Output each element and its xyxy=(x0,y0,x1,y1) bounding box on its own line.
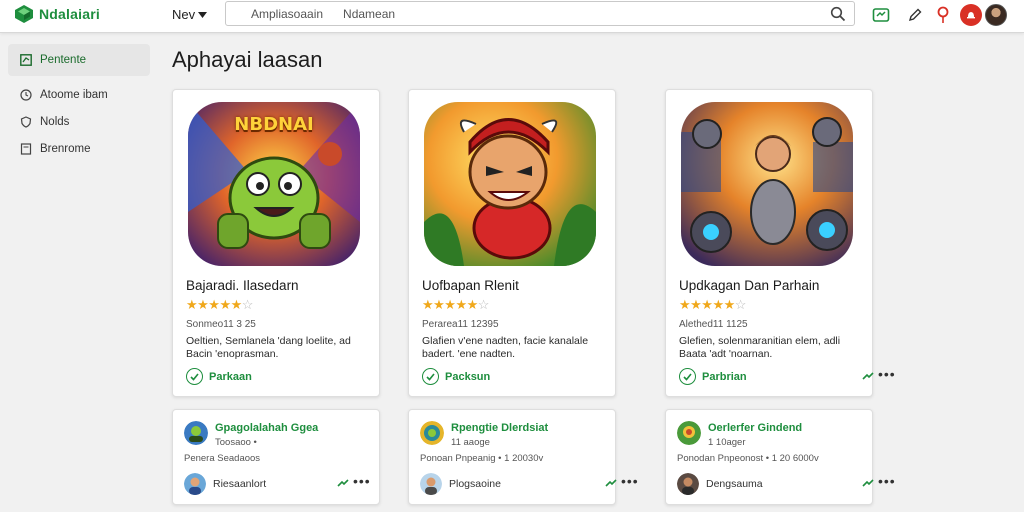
sidebar-item-brenrome[interactable]: Brenrome xyxy=(8,133,150,165)
notification-icon[interactable] xyxy=(960,4,982,26)
app-card[interactable]: NBDNAI Bajaradi. Ilasedarn ★★★★★☆ Sonmeo… xyxy=(172,89,380,397)
user-avatar[interactable] xyxy=(420,473,442,495)
sidebar-item-label: Pentente xyxy=(40,54,87,66)
user-name: Riesaanlort xyxy=(213,478,267,490)
developer-info: Ponoan Pnpeanig • 1 20030v xyxy=(420,453,544,464)
developer-name[interactable]: Gpagolalahah Ggea xyxy=(215,422,318,434)
sidebar-item-label: Atoome ibam xyxy=(40,89,108,101)
brand-name: Ndalaiari xyxy=(39,6,100,22)
install-button[interactable]: Parkaan xyxy=(186,368,252,385)
more-options-icon[interactable]: ••• xyxy=(878,366,896,382)
user-avatar[interactable] xyxy=(184,473,206,495)
developer-sub: 1 10ager xyxy=(708,437,746,448)
app-card[interactable]: Uofbapan Rlenit ★★★★★☆ Perarea11 12395 G… xyxy=(408,89,616,397)
app-name[interactable]: Updkagan Dan Parhain xyxy=(679,278,819,293)
install-label: Packsun xyxy=(445,370,491,383)
install-label: Parkaan xyxy=(209,370,252,383)
bookmark-icon xyxy=(20,143,32,155)
app-icon-image[interactable] xyxy=(681,102,853,266)
developer-sub: 11 aaoge xyxy=(451,437,490,448)
brand-logo[interactable]: Ndalaiari xyxy=(14,4,100,24)
developer-name[interactable]: Rpengtie Dlerdsiat xyxy=(451,422,548,434)
location-pin-icon[interactable] xyxy=(932,4,954,26)
trending-icon[interactable] xyxy=(862,371,874,381)
check-icon xyxy=(422,368,439,385)
sidebar-item-label: Nolds xyxy=(40,116,70,128)
rating-stars: ★★★★★☆ xyxy=(186,297,253,312)
install-button[interactable]: Packsun xyxy=(422,368,490,385)
user-avatar[interactable] xyxy=(677,473,699,495)
developer-card[interactable]: Gpagolalahah Ggea Toosaoo • Penera Seada… xyxy=(172,409,380,505)
search-input[interactable]: Ndamean xyxy=(343,7,395,21)
rating-stars: ★★★★★☆ xyxy=(422,297,489,312)
chevron-down-icon xyxy=(198,11,208,18)
app-icon-title-text: NBDNAI xyxy=(234,114,314,135)
shield-icon xyxy=(20,116,32,128)
search-bar[interactable]: Ampliasoaain Ndamean xyxy=(225,1,855,26)
trending-icon[interactable] xyxy=(337,478,349,488)
avatar[interactable] xyxy=(985,4,1007,26)
app-meta: Alethed11 1125 xyxy=(679,319,748,330)
developer-avatar[interactable] xyxy=(420,421,444,445)
trending-icon[interactable] xyxy=(605,478,617,488)
nav-dropdown[interactable]: Nev xyxy=(172,7,208,22)
search-chip[interactable]: Ampliasoaain xyxy=(251,7,323,21)
clock-icon xyxy=(20,89,32,101)
user-name: Plogsaoine xyxy=(449,478,501,490)
app-icon-image[interactable] xyxy=(424,102,596,266)
app-icon-image[interactable]: NBDNAI xyxy=(188,102,360,266)
app-description: Oeltien, Semlanela 'dang loelite, ad Bac… xyxy=(186,335,351,360)
trending-icon[interactable] xyxy=(862,478,874,488)
developer-sub: Toosaoo • xyxy=(215,437,257,448)
nav-dropdown-label: Nev xyxy=(172,7,196,22)
developer-info: Ponodan Pnpeonost • 1 20 6000v xyxy=(677,453,819,464)
app-meta: Perarea11 12395 xyxy=(422,319,499,330)
app-name[interactable]: Bajaradi. Ilasedarn xyxy=(186,278,299,293)
developer-avatar[interactable] xyxy=(677,421,701,445)
sidebar: Pentente Atoome ibam Nolds Brenrome xyxy=(0,33,160,512)
brand-logo-icon xyxy=(15,5,33,23)
app-name[interactable]: Uofbapan Rlenit xyxy=(422,278,519,293)
developer-name[interactable]: Oerlerfer Gindend xyxy=(708,422,802,434)
top-bar: Ndalaiari Nev Ampliasoaain Ndamean xyxy=(0,0,1024,33)
install-label: Parbrian xyxy=(702,370,747,383)
search-icon[interactable] xyxy=(830,6,846,22)
sidebar-item-pentente[interactable]: Pentente xyxy=(8,44,150,76)
more-options-icon[interactable]: ••• xyxy=(621,473,639,489)
sidebar-item-label: Brenrome xyxy=(40,143,91,155)
app-meta: Sonmeo11 3 25 xyxy=(186,319,256,330)
check-icon xyxy=(186,368,203,385)
app-description: Glefien, solenmaranitian elem, adli Baat… xyxy=(679,335,841,360)
app-description: Glafien v'ene nadten, facie kanalale bad… xyxy=(422,335,589,360)
developer-card[interactable]: Rpengtie Dlerdsiat 11 aaoge Ponoan Pnpea… xyxy=(408,409,638,505)
app-card[interactable]: Updkagan Dan Parhain ★★★★★☆ Alethed11 11… xyxy=(665,89,895,397)
install-button[interactable]: Parbrian xyxy=(679,368,747,385)
more-options-icon[interactable]: ••• xyxy=(353,473,371,489)
more-options-icon[interactable]: ••• xyxy=(878,473,896,489)
rating-stars: ★★★★★☆ xyxy=(679,297,746,312)
check-icon xyxy=(679,368,696,385)
developer-info: Penera Seadaoos xyxy=(184,453,261,464)
user-name: Dengsauma xyxy=(706,478,763,490)
edit-icon[interactable] xyxy=(904,4,926,26)
gamepad-icon[interactable] xyxy=(870,4,892,26)
developer-avatar[interactable] xyxy=(184,421,208,445)
developer-card[interactable]: Oerlerfer Gindend 1 10ager Ponodan Pnpeo… xyxy=(665,409,895,505)
page-title: Aphayai laasan xyxy=(172,47,323,72)
apps-icon xyxy=(20,54,32,66)
